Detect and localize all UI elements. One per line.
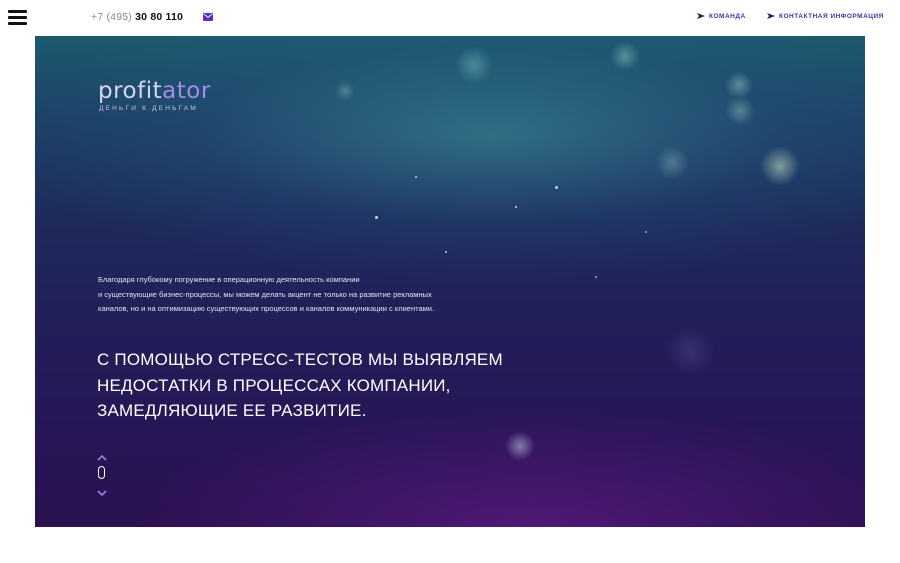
bokeh-decoration xyxy=(655,146,689,180)
bokeh-decoration xyxy=(335,81,355,101)
logo-wordmark-part1: profit xyxy=(98,78,163,104)
bokeh-decoration xyxy=(725,71,753,99)
headline-line: НЕДОСТАТКИ В ПРОЦЕССАХ КОМПАНИИ, xyxy=(97,375,451,395)
nav-link-contacts[interactable]: КОНТАКТНАЯ ИНФОРМАЦИЯ xyxy=(767,13,884,20)
hamburger-menu-icon[interactable] xyxy=(8,10,27,25)
sparkle-decoration xyxy=(415,176,417,178)
headline-line: ЗАМЕДЛЯЮЩИЕ ЕЕ РАЗВИТИЕ. xyxy=(97,401,367,420)
bokeh-decoration xyxy=(455,46,493,84)
nav-link-team[interactable]: КОМАНДА xyxy=(697,13,746,20)
logo-wordmark: profitator xyxy=(98,78,228,104)
nav-link-team-label: КОМАНДА xyxy=(709,13,746,20)
phone-prefix: +7 (495) xyxy=(91,11,133,23)
logo-tagline: ДЕНЬГИ К ДЕНЬГАМ xyxy=(99,105,199,112)
mail-icon[interactable] xyxy=(203,13,213,21)
headline-line: С ПОМОЩЬЮ СТРЕСС-ТЕСТОВ МЫ ВЫЯВЛЯЕМ xyxy=(97,350,503,369)
bokeh-decoration xyxy=(725,96,755,126)
sparkle-decoration xyxy=(595,276,597,278)
chevron-up-icon[interactable] xyxy=(97,454,107,461)
sparkle-decoration xyxy=(555,186,558,189)
bokeh-decoration xyxy=(665,326,715,376)
hero-headline: С ПОМОЩЬЮ СТРЕСС-ТЕСТОВ МЫ ВЫЯВЛЯЕМ НЕДО… xyxy=(97,347,517,424)
hero-section: profitator ДЕНЬГИ К ДЕНЬГАМ Благодаря гл… xyxy=(35,36,865,527)
scroll-indicator xyxy=(96,454,108,500)
phone-main: 30 80 110 xyxy=(135,11,184,23)
chevron-down-icon[interactable] xyxy=(97,490,107,497)
sparkle-decoration xyxy=(445,251,447,253)
mouse-icon xyxy=(98,466,105,479)
logo[interactable]: profitator ДЕНЬГИ К ДЕНЬГАМ xyxy=(98,78,228,112)
intro-paragraph: Благодаря глубокому погружение в операци… xyxy=(98,273,498,317)
intro-line: Благодаря глубокому погружение в операци… xyxy=(98,275,360,284)
intro-line: и существующие бизнес-процессы, мы можем… xyxy=(98,289,432,299)
phone-number[interactable]: +7 (495) 30 80 110 xyxy=(91,11,183,23)
sparkle-decoration xyxy=(645,231,647,233)
bokeh-decoration xyxy=(760,146,800,186)
top-bar: +7 (495) 30 80 110 КОМАНДА КОНТАКТНАЯ ИН… xyxy=(0,0,900,36)
chevron-icon xyxy=(767,13,775,19)
nav-link-contacts-label: КОНТАКТНАЯ ИНФОРМАЦИЯ xyxy=(779,13,884,20)
sparkle-decoration xyxy=(375,216,378,219)
sparkle-decoration xyxy=(515,206,517,208)
bokeh-decoration xyxy=(610,41,640,71)
intro-line: каналов, но и на оптимизацию существующи… xyxy=(98,304,435,313)
chevron-icon xyxy=(697,13,705,19)
bokeh-decoration xyxy=(505,431,535,461)
logo-wordmark-part2: ator xyxy=(162,78,211,104)
